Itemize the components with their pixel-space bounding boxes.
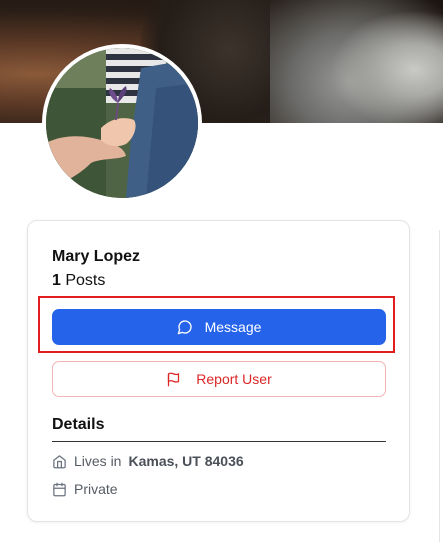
report-user-button[interactable]: Report User xyxy=(52,361,386,397)
posts-label: Posts xyxy=(65,272,106,289)
home-icon xyxy=(52,454,67,469)
message-button[interactable]: Message xyxy=(52,309,386,345)
message-circle-icon xyxy=(177,319,193,335)
profile-name: Mary Lopez xyxy=(52,248,141,265)
location-row: Lives in Kamas, UT 84036 xyxy=(52,453,244,469)
calendar-icon xyxy=(52,482,67,497)
profile-card: Mary Lopez 1 Posts Message Report User D… xyxy=(27,220,410,522)
profile-page: Mary Lopez 1 Posts Message Report User D… xyxy=(0,0,443,542)
details-divider xyxy=(52,441,386,442)
details-heading: Details xyxy=(52,416,105,433)
flag-icon xyxy=(166,372,181,387)
lives-in-label: Lives in xyxy=(74,453,122,469)
posts-count: 1 Posts xyxy=(52,272,105,290)
privacy-value: Private xyxy=(74,481,118,497)
adjacent-panel-edge xyxy=(439,230,443,542)
avatar xyxy=(42,44,202,202)
report-user-label: Report User xyxy=(196,371,272,387)
message-button-label: Message xyxy=(204,319,262,335)
posts-number: 1 xyxy=(52,272,61,289)
privacy-row: Private xyxy=(52,481,118,497)
location-value: Kamas, UT 84036 xyxy=(128,453,244,469)
